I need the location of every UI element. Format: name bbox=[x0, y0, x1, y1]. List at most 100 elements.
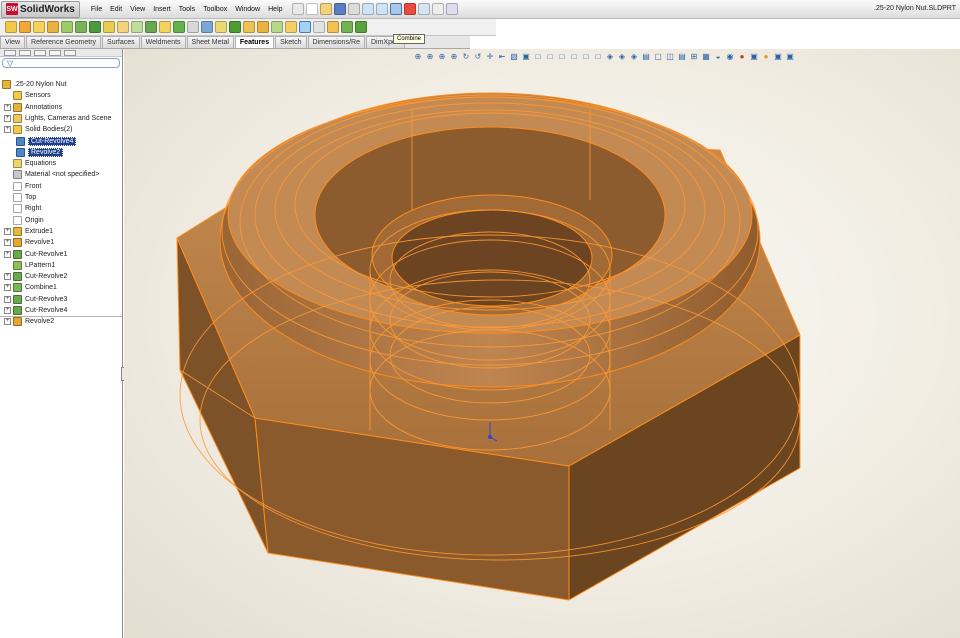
revolved-boss-icon[interactable] bbox=[19, 21, 31, 33]
expand-toggle-icon[interactable]: + bbox=[4, 239, 11, 247]
tree-item[interactable]: + Combine1 bbox=[4, 282, 57, 293]
intersect-icon[interactable] bbox=[313, 21, 325, 33]
expand-toggle-icon[interactable]: + bbox=[4, 307, 11, 314]
expand-toggle-icon[interactable]: + bbox=[4, 295, 11, 303]
tree-item[interactable]: LPattern1 bbox=[4, 260, 55, 271]
tab-sketch[interactable]: Sketch bbox=[275, 36, 307, 48]
extruded-cut-icon[interactable] bbox=[61, 21, 73, 33]
expand-toggle-icon[interactable]: + bbox=[4, 273, 11, 281]
mirror-icon[interactable] bbox=[201, 21, 213, 33]
menu-file[interactable]: File bbox=[87, 0, 106, 19]
tree-item[interactable]: Material <not specified> bbox=[4, 169, 99, 180]
traffic-light-icon[interactable] bbox=[403, 3, 416, 15]
curves-icon[interactable] bbox=[229, 21, 241, 33]
menu-edit[interactable]: Edit bbox=[106, 0, 126, 19]
tree-item[interactable]: + Cut-Revolve3 bbox=[4, 294, 67, 305]
expand-toggle-icon[interactable]: + bbox=[4, 114, 11, 122]
tab-view[interactable]: View bbox=[0, 36, 26, 48]
flex-icon[interactable] bbox=[257, 21, 269, 33]
chamfer-icon[interactable] bbox=[117, 21, 129, 33]
tree-item[interactable]: + Lights, Cameras and Scene bbox=[4, 113, 111, 124]
expand-toggle-icon[interactable]: + bbox=[4, 250, 11, 258]
body-icon bbox=[16, 136, 25, 146]
select-cursor-icon[interactable] bbox=[389, 3, 402, 15]
pin-icon[interactable] bbox=[291, 3, 304, 15]
menu-view[interactable]: View bbox=[126, 0, 149, 19]
tree-item[interactable]: Top bbox=[4, 192, 36, 203]
dimxpert-manager-tab-icon[interactable] bbox=[49, 49, 61, 56]
expand-toggle-icon[interactable]: + bbox=[4, 126, 11, 134]
tab-dimensions-re[interactable]: Dimensions/Re bbox=[307, 36, 365, 48]
tree-item[interactable]: Cut-Revolve4 bbox=[16, 136, 77, 147]
lofted-boss-icon[interactable] bbox=[47, 21, 59, 33]
swept-boss-icon[interactable] bbox=[33, 21, 45, 33]
draft-icon[interactable] bbox=[159, 21, 171, 33]
combine-icon[interactable] bbox=[299, 21, 311, 33]
redo-icon[interactable] bbox=[375, 3, 388, 15]
tree-item[interactable]: Sensors bbox=[4, 90, 51, 101]
tree-item[interactable]: Right bbox=[4, 203, 41, 214]
cut-revolve-icon bbox=[13, 272, 22, 282]
reference-geometry-icon[interactable] bbox=[215, 21, 227, 33]
open-icon[interactable] bbox=[319, 3, 332, 15]
tab-reference-geometry[interactable]: Reference Geometry bbox=[26, 36, 102, 48]
deform-icon[interactable] bbox=[355, 21, 367, 33]
tab-weldments[interactable]: Weldments bbox=[140, 36, 186, 48]
sum-icon[interactable] bbox=[431, 3, 444, 15]
menu-help[interactable]: Help bbox=[264, 0, 286, 19]
solidworks-logo-icon: SW bbox=[6, 3, 18, 15]
tree-item[interactable]: Equations bbox=[4, 158, 56, 169]
print-icon[interactable] bbox=[347, 3, 360, 15]
expand-toggle-icon[interactable]: + bbox=[4, 227, 11, 235]
tree-item[interactable]: + Cut-Revolve4 bbox=[4, 305, 67, 316]
tab-features[interactable]: Features bbox=[234, 36, 275, 48]
graphics-area[interactable]: ⊕ ⊕ ⊕ ⊕ ↻ ↺ ✛ ⇤ ▧ ▣ □ □ □ □ □ □ ◈ ◈ ◈ ▤ … bbox=[124, 49, 960, 638]
menu-insert[interactable]: Insert bbox=[149, 0, 175, 19]
tab-surfaces[interactable]: Surfaces bbox=[102, 36, 140, 48]
tree-filter[interactable]: ▽ bbox=[2, 58, 120, 68]
new-document-icon[interactable] bbox=[305, 3, 318, 15]
freeform-icon[interactable] bbox=[341, 21, 353, 33]
menu-toolbox[interactable]: Toolbox bbox=[199, 0, 231, 19]
tree-item[interactable]: Front bbox=[4, 181, 41, 192]
save-icon[interactable] bbox=[333, 3, 346, 15]
plane-icon bbox=[13, 181, 22, 191]
tree-item[interactable]: + Extrude1 bbox=[4, 226, 53, 237]
tab-sheet-metal[interactable]: Sheet Metal bbox=[186, 36, 234, 48]
tree-item[interactable]: .25-20 Nylon Nut bbox=[2, 79, 67, 90]
tree-item[interactable]: + Revolve2 bbox=[4, 316, 54, 327]
tree-item[interactable]: + Annotations bbox=[4, 102, 62, 113]
tree-item[interactable]: Origin bbox=[4, 215, 44, 226]
dome-icon[interactable] bbox=[243, 21, 255, 33]
fillet-icon[interactable] bbox=[103, 21, 115, 33]
window-icon[interactable] bbox=[445, 3, 458, 15]
feature-manager-tab-icon[interactable] bbox=[4, 49, 16, 56]
expand-toggle-icon[interactable]: + bbox=[4, 103, 11, 111]
undo-icon[interactable] bbox=[361, 3, 374, 15]
property-manager-tab-icon[interactable] bbox=[19, 49, 31, 56]
extruded-boss-icon[interactable] bbox=[5, 21, 17, 33]
rib-icon[interactable] bbox=[131, 21, 143, 33]
solidworks-logo-button[interactable]: SW SolidWorks bbox=[1, 0, 80, 18]
nylon-nut-model[interactable] bbox=[124, 49, 960, 638]
tree-item[interactable]: + Solid Bodies(2) bbox=[4, 124, 72, 135]
menu-tools[interactable]: Tools bbox=[175, 0, 199, 19]
revolved-cut-icon[interactable] bbox=[75, 21, 87, 33]
hole-wizard-icon[interactable] bbox=[173, 21, 185, 33]
configuration-manager-tab-icon[interactable] bbox=[34, 49, 46, 56]
linear-pattern-icon[interactable] bbox=[187, 21, 199, 33]
shell-icon[interactable] bbox=[145, 21, 157, 33]
options-icon[interactable] bbox=[417, 3, 430, 15]
tree-item[interactable]: Revolve2 bbox=[16, 147, 64, 158]
expand-toggle-icon[interactable]: + bbox=[4, 318, 11, 326]
move-copy-icon[interactable] bbox=[285, 21, 297, 33]
tree-item[interactable]: + Cut-Revolve2 bbox=[4, 271, 67, 282]
expand-toggle-icon[interactable]: + bbox=[4, 284, 11, 292]
tree-item[interactable]: + Revolve1 bbox=[4, 237, 54, 248]
swept-cut-icon[interactable] bbox=[89, 21, 101, 33]
split-icon[interactable] bbox=[271, 21, 283, 33]
tree-item[interactable]: + Cut-Revolve1 bbox=[4, 249, 67, 260]
menu-window[interactable]: Window bbox=[231, 0, 264, 19]
instant3d-icon[interactable] bbox=[327, 21, 339, 33]
display-manager-tab-icon[interactable] bbox=[64, 49, 76, 56]
